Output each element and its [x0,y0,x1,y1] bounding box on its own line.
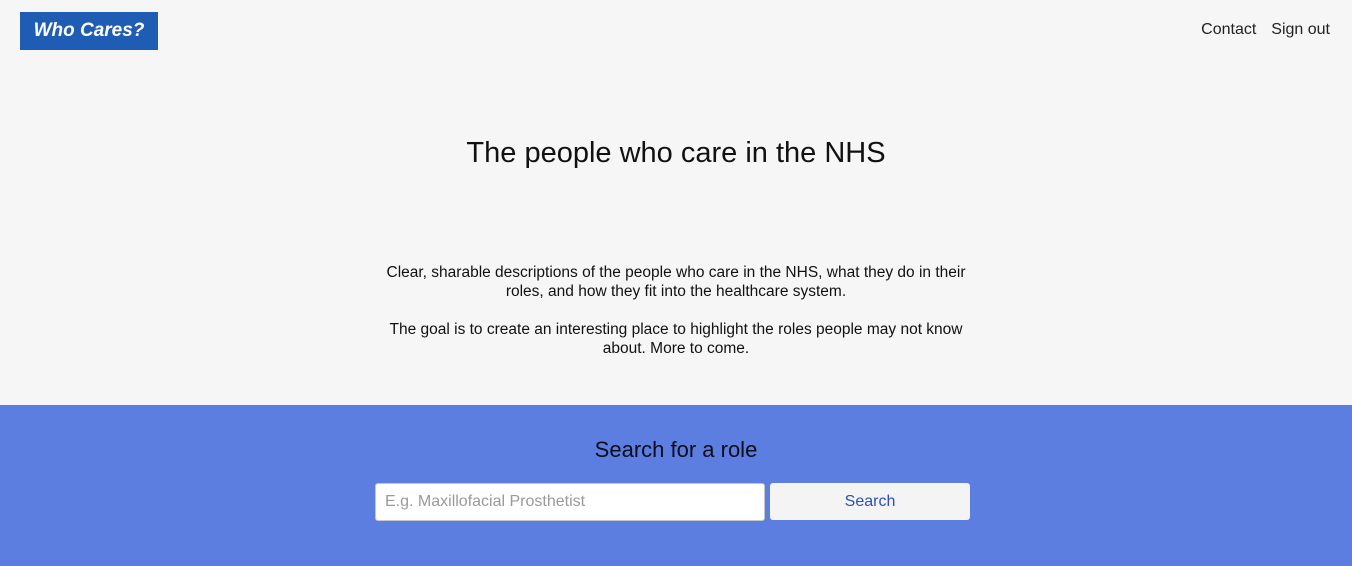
page-title: The people who care in the NHS [466,137,886,169]
search-section: Search for a role Search [0,405,1352,566]
search-title: Search for a role [594,437,758,462]
logo-link[interactable]: Who Cares? [20,12,158,50]
search-button[interactable]: Search [770,483,970,520]
intro-paragraph: The goal is to create an interesting pla… [389,321,963,357]
search-input[interactable] [375,483,765,521]
contact-link[interactable]: Contact [1201,20,1256,40]
site-header: Who Cares? Contact Sign out [0,0,1352,60]
intro-text: Clear, sharable descriptions of the peop… [376,263,976,358]
header-nav: Contact Sign out [1201,20,1330,40]
intro-paragraph: Clear, sharable descriptions of the peop… [386,264,966,300]
sign-out-link[interactable]: Sign out [1271,20,1330,40]
